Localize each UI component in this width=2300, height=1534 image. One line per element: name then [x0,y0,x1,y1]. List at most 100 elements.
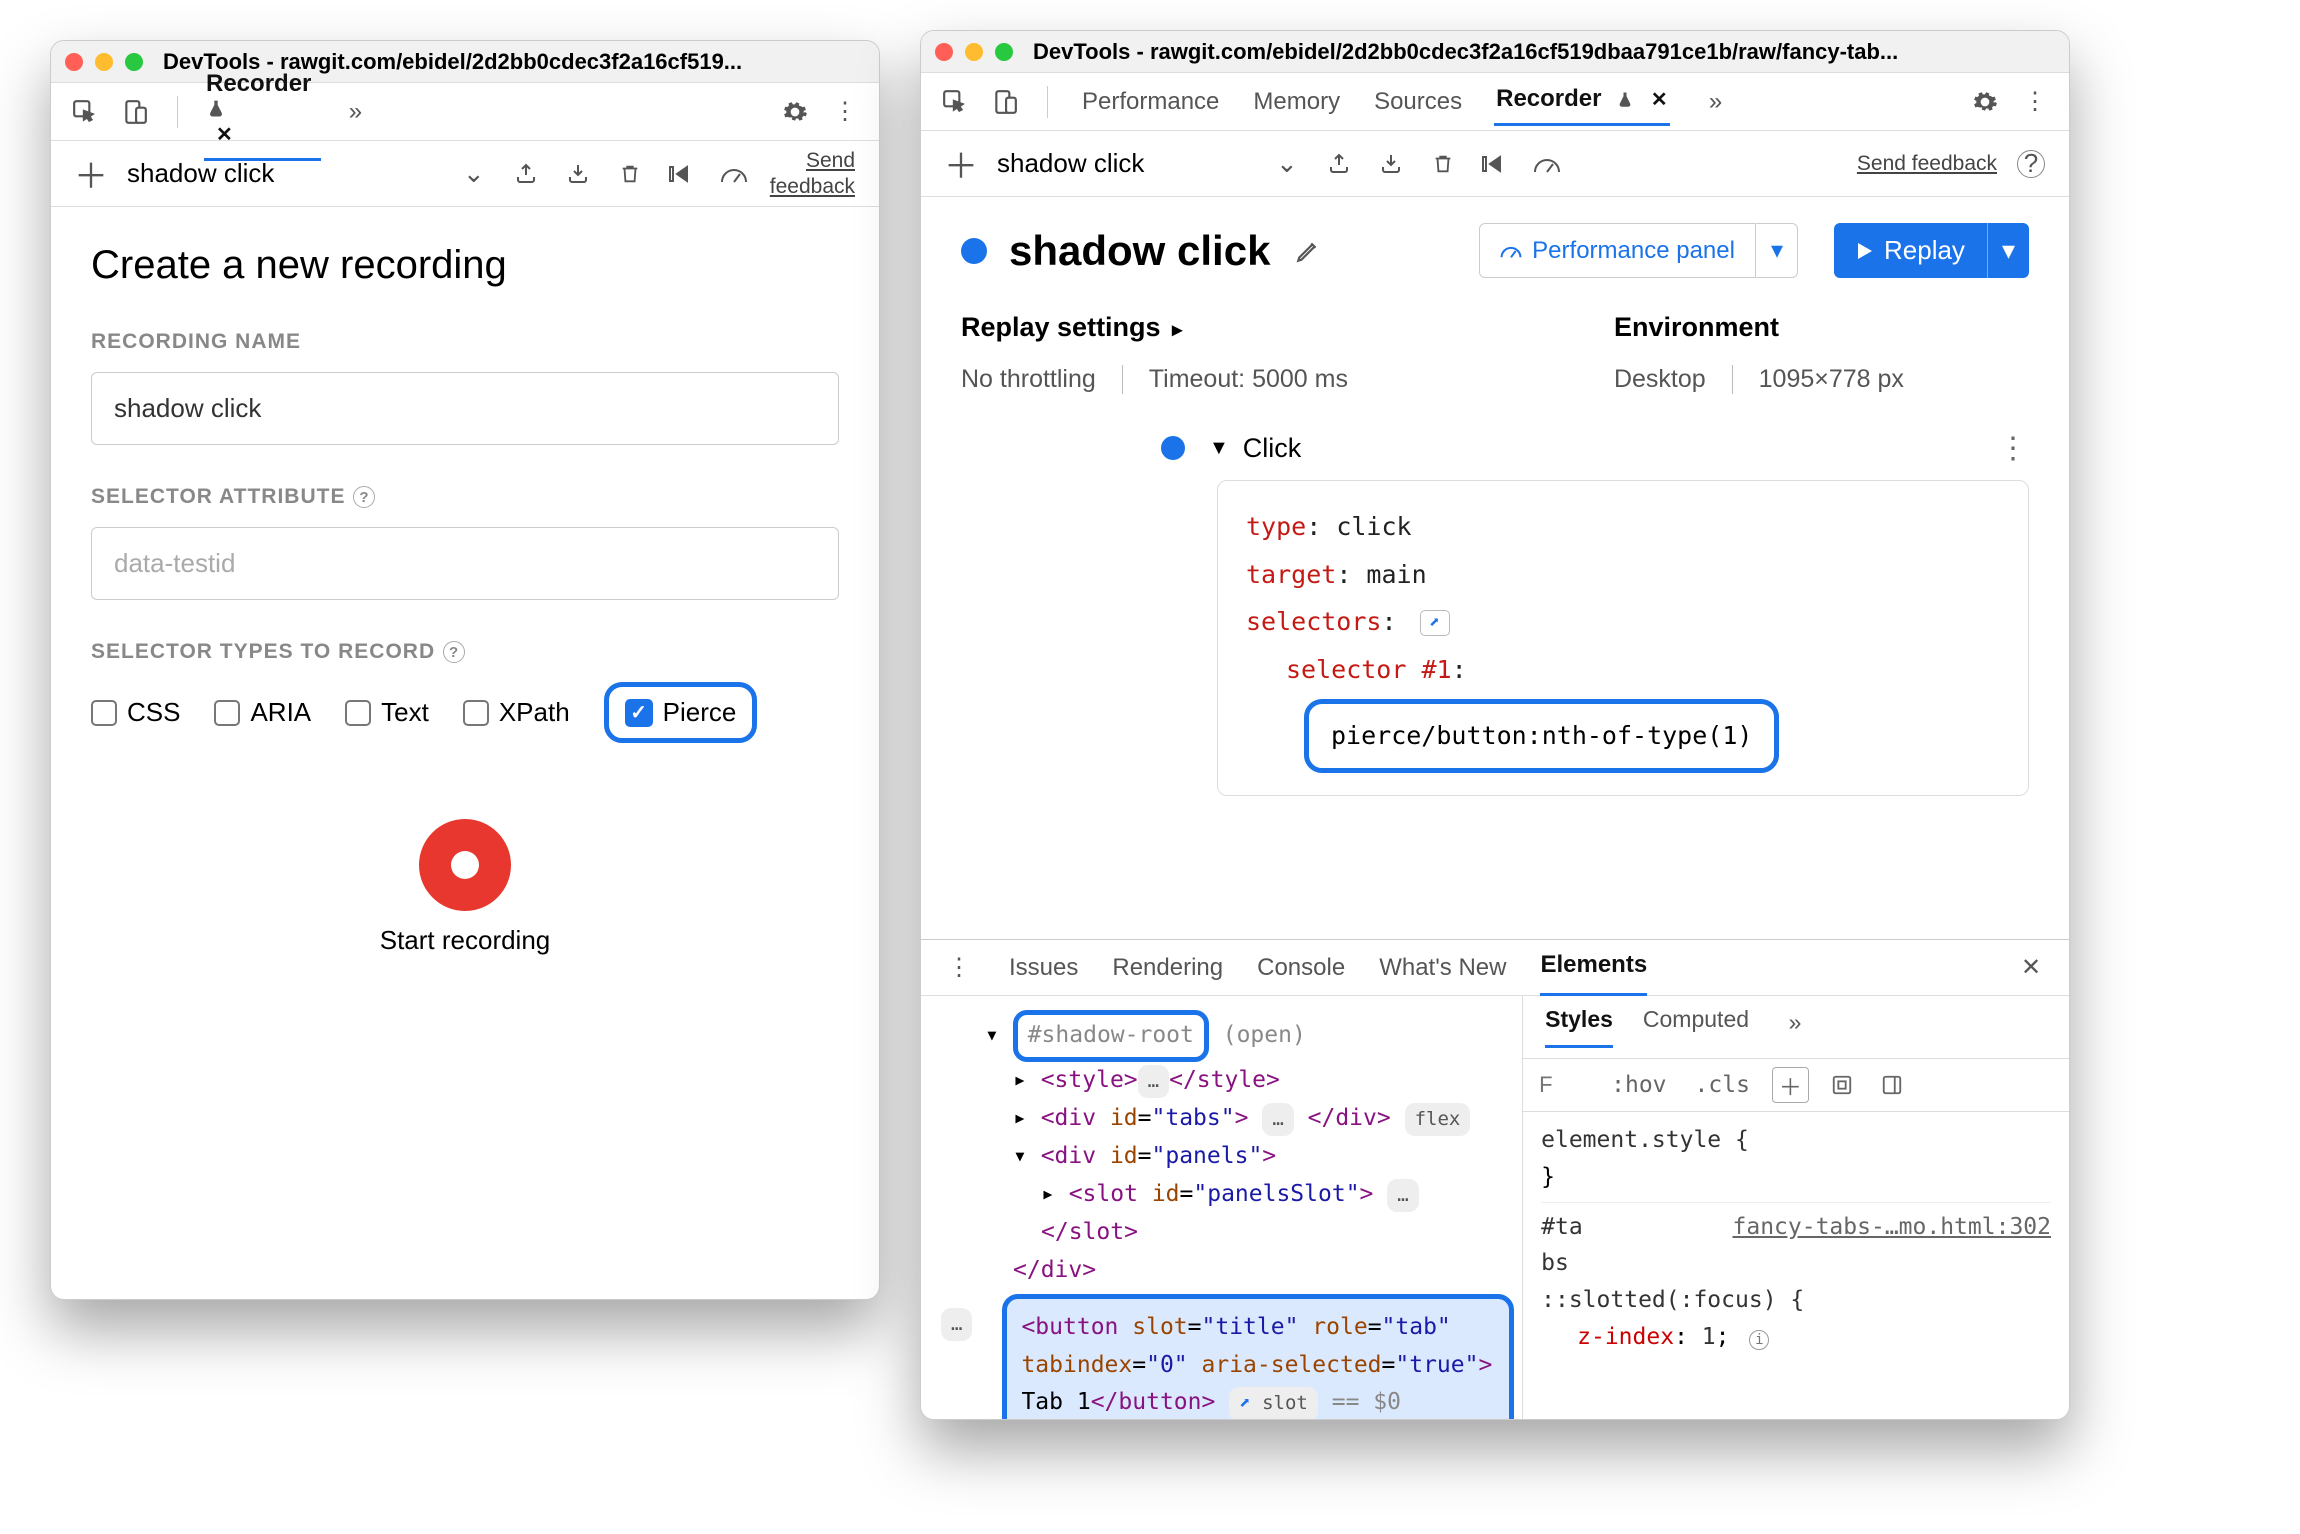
minimize-window-icon[interactable] [95,53,113,71]
cls-toggle[interactable]: .cls [1689,1070,1756,1100]
checkbox-text[interactable]: Text [345,697,429,728]
selector-attribute-label: SELECTOR ATTRIBUTE ? [91,485,839,509]
tab-computed[interactable]: Computed [1643,1006,1749,1048]
panel-tabs: Performance Memory Sources Recorder ✕ » [1074,77,1732,126]
send-feedback-link[interactable]: Send feedback [770,148,855,198]
new-recording-icon[interactable]: ＋ [75,158,107,190]
recording-name-label: RECORDING NAME [91,330,839,354]
checkbox-css[interactable]: CSS [91,697,180,728]
delete-icon[interactable] [614,158,646,190]
recording-name-input[interactable]: shadow click [91,372,839,445]
replay-settings-heading[interactable]: Replay settings ▸ [961,312,1554,343]
inspect-icon[interactable] [69,96,101,128]
tab-recorder[interactable]: Recorder ✕ [1494,77,1669,126]
drawer-menu-icon[interactable]: ⋮ [943,952,975,984]
new-rule-icon[interactable]: ＋ [1772,1067,1809,1103]
sidebar-toggle-icon[interactable] [1875,1072,1909,1098]
step-label: Click [1243,433,1302,464]
drawer-tabs: ⋮ Issues Rendering Console What's New El… [921,940,2069,996]
tab-memory[interactable]: Memory [1251,80,1342,124]
window-title: DevTools - rawgit.com/ebidel/2d2bb0cdec3… [1033,39,2055,65]
step-dot-icon [1161,436,1185,460]
play-icon [1856,241,1874,261]
chevron-right-icon: ▸ [1172,319,1182,341]
hov-toggle[interactable]: :hov [1605,1070,1672,1100]
step-header[interactable]: ▼ Click ⋮ [1161,432,2029,464]
zoom-window-icon[interactable] [995,43,1013,61]
recording-name[interactable]: shadow click [997,148,1251,179]
drawer-tab-elements[interactable]: Elements [1540,940,1647,996]
devtools-window-left: DevTools - rawgit.com/ebidel/2d2bb0cdec3… [50,40,880,1300]
kebab-menu-icon[interactable]: ⋮ [829,96,861,128]
help-icon[interactable]: ? [443,641,465,663]
styles-toolbar: :hov .cls ＋ [1523,1059,2069,1112]
import-icon[interactable] [1375,148,1407,180]
selector-value-highlight[interactable]: pierce/button:nth-of-type(1) [1304,699,1779,773]
kebab-menu-icon[interactable]: ⋮ [2019,86,2051,118]
drawer-tab-issues[interactable]: Issues [1009,954,1078,982]
more-tabs-icon[interactable]: » [339,96,371,128]
tab-performance[interactable]: Performance [1080,80,1221,124]
computed-styles-icon[interactable] [1825,1072,1859,1098]
record-button[interactable] [419,819,511,911]
drawer-tab-rendering[interactable]: Rendering [1112,954,1223,982]
step-details-card: type: click target: main selectors: ⬈ se… [1217,480,2029,796]
styles-rules[interactable]: element.style { } fancy-tabs-…mo.html:30… [1523,1112,2069,1366]
checkbox-aria[interactable]: ARIA [214,697,311,728]
speed-icon[interactable] [718,158,750,190]
recording-menu-chevron-icon[interactable]: ⌄ [1271,148,1303,180]
selector-types-label: SELECTOR TYPES TO RECORD ? [91,640,839,664]
send-feedback-link[interactable]: Send feedback [1857,152,1997,176]
delete-icon[interactable] [1427,148,1459,180]
device-mode-icon[interactable] [119,96,151,128]
close-tab-icon[interactable]: ✕ [1651,89,1668,111]
help-icon[interactable]: ? [353,486,375,508]
new-recording-icon[interactable]: ＋ [945,148,977,180]
recording-header: shadow click Performance panel ▾ [961,223,2029,278]
selector-attribute-input[interactable]: data-testid [91,527,839,600]
source-link[interactable]: fancy-tabs-…mo.html:302 [1733,1209,2052,1246]
help-icon[interactable]: ? [2017,150,2045,178]
import-icon[interactable] [562,158,594,190]
performance-panel-button[interactable]: Performance panel ▾ [1479,223,1798,278]
environment-heading: Environment [1614,312,2029,343]
edit-title-icon[interactable] [1292,235,1324,267]
dom-tree[interactable]: ▾ #shadow-root (open) ▸ <style>…</style>… [921,996,1523,1419]
tab-sources[interactable]: Sources [1372,80,1464,124]
export-icon[interactable] [1323,148,1355,180]
flask-icon [1616,90,1634,110]
step-menu-icon[interactable]: ⋮ [1997,432,2029,464]
checkbox-xpath[interactable]: XPath [463,697,570,728]
more-tabs-icon[interactable]: » [1700,86,1732,118]
close-tab-icon[interactable]: ✕ [216,124,233,146]
settings-gear-icon[interactable] [779,96,811,128]
performance-panel-menu[interactable]: ▾ [1756,223,1798,278]
checkbox-pierce[interactable]: ✓ Pierce [625,697,737,728]
inspect-inline-icon[interactable]: ⬈ [1420,610,1450,636]
step-over-icon[interactable] [666,158,698,190]
step-over-icon[interactable] [1479,148,1511,180]
close-window-icon[interactable] [935,43,953,61]
close-window-icon[interactable] [65,53,83,71]
zoom-window-icon[interactable] [125,53,143,71]
replay-menu[interactable]: ▾ [1987,223,2029,278]
recording-menu-chevron-icon[interactable]: ⌄ [458,158,490,190]
tab-styles[interactable]: Styles [1545,1006,1613,1048]
tab-recorder[interactable]: Recorder ✕ [204,62,321,161]
recorder-toolbar: ＋ shadow click ⌄ Send feedback ? [921,131,2069,197]
export-icon[interactable] [510,158,542,190]
recording-name[interactable]: shadow click [127,158,438,189]
device-mode-icon[interactable] [989,86,1021,118]
close-drawer-icon[interactable]: ✕ [2015,952,2047,984]
dom-selected-highlight: <button slot="title" role="tab" tabindex… [1002,1294,1514,1419]
replay-button[interactable]: Replay ▾ [1834,223,2029,278]
speed-icon[interactable] [1531,148,1563,180]
drawer-tab-console[interactable]: Console [1257,954,1345,982]
styles-filter-input[interactable] [1539,1072,1589,1098]
minimize-window-icon[interactable] [965,43,983,61]
main-toolbar: Performance Memory Sources Recorder ✕ » … [921,73,2069,131]
settings-gear-icon[interactable] [1969,86,2001,118]
more-styles-tabs-icon[interactable]: » [1779,1006,1811,1038]
inspect-icon[interactable] [939,86,971,118]
info-icon[interactable]: i [1749,1330,1769,1350]
